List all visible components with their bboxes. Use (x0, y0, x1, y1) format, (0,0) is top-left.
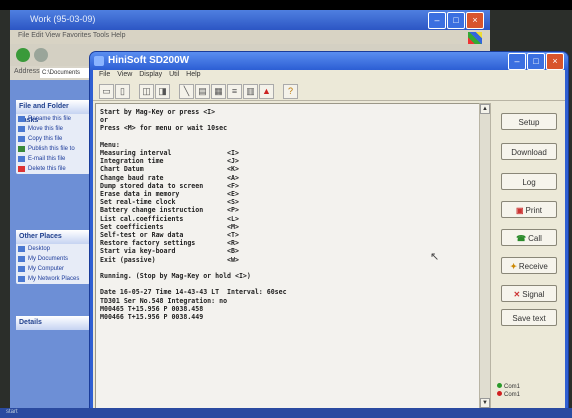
folder-icon (18, 256, 25, 262)
connect-icon[interactable]: ◫ (139, 84, 154, 99)
taskbar: start (0, 408, 572, 418)
close-icon[interactable]: × (466, 12, 484, 29)
place-my-computer[interactable]: My Computer (16, 264, 90, 274)
call-button[interactable]: ☎ Call (501, 229, 557, 246)
file-folder-tasks-heading[interactable]: File and Folder Tasks (16, 100, 90, 124)
log-button[interactable]: Log (501, 173, 557, 190)
setup-button[interactable]: Setup (501, 113, 557, 130)
task-pane: File and Folder Tasks Rename this file M… (10, 80, 90, 414)
task-email[interactable]: E-mail this file (16, 154, 90, 164)
desktop-icon (18, 246, 25, 252)
task-move[interactable]: Move this file (16, 124, 90, 134)
com1-status-disconnected: Com1 (497, 391, 520, 398)
address-label: Address (14, 68, 40, 75)
receive-icon: ✦ (510, 262, 517, 271)
disconnect-icon[interactable]: ◨ (155, 84, 170, 99)
delete-icon (18, 166, 25, 172)
scroll-down-icon[interactable]: ▼ (480, 398, 490, 408)
windows-logo-icon (468, 32, 482, 44)
place-my-documents[interactable]: My Documents (16, 254, 90, 264)
forward-icon[interactable] (34, 48, 48, 62)
task-rename[interactable]: Rename this file (16, 114, 90, 124)
signal-button[interactable]: ✕ Signal (501, 285, 557, 302)
move-icon (18, 126, 25, 132)
pen-icon[interactable]: ╲ (179, 84, 194, 99)
app-title: HiniSoft SD200W (108, 55, 190, 66)
task-copy[interactable]: Copy this file (16, 134, 90, 144)
rename-icon (18, 116, 25, 122)
computer-icon (18, 266, 25, 272)
screen: Work (95-03-09) – □ × File Edit View Favor… (0, 0, 572, 418)
task-delete[interactable]: Delete this file (16, 164, 90, 174)
grid-icon[interactable]: ▥ (243, 84, 258, 99)
task-publish[interactable]: Publish this file to (16, 144, 90, 154)
app-titlebar[interactable]: HiniSoft SD200W – □ × (90, 52, 568, 70)
network-icon (18, 276, 25, 282)
status-dot-green-icon (497, 383, 502, 388)
marker-icon[interactable]: ▲ (259, 84, 274, 99)
copy-icon (18, 136, 25, 142)
close-icon[interactable]: × (546, 53, 564, 70)
print-button[interactable]: ▣ Print (501, 201, 557, 218)
terminal-text: Start by Mag-Key or press <I> or Press <… (100, 108, 287, 322)
maximize-icon[interactable]: □ (527, 53, 545, 70)
chart-icon[interactable]: ▤ (195, 84, 210, 99)
table-icon[interactable]: ▦ (211, 84, 226, 99)
publish-icon (18, 146, 25, 152)
explorer-title: Work (95-03-09) (30, 14, 96, 24)
explorer-titlebar[interactable]: Work (95-03-09) – □ × (10, 10, 490, 30)
save-icon[interactable]: ▯ (115, 84, 130, 99)
app-client-area: Start by Mag-Key or press <I> or Press <… (93, 101, 565, 414)
app-toolbar: ▭ ▯ ◫ ◨ ╲ ▤ ▦ ≡ ▥ ▲ ? (93, 82, 565, 101)
app-icon (94, 56, 104, 66)
download-button[interactable]: Download (501, 143, 557, 160)
receive-button[interactable]: ✦ Receive (501, 257, 557, 274)
hinisoft-window: HiniSoft SD200W – □ × File View Display Ut… (90, 52, 568, 414)
signal-icon: ✕ (513, 290, 521, 299)
details-panel: Details (16, 316, 90, 330)
com1-status-connected: Com1 (497, 383, 520, 390)
other-places-heading[interactable]: Other Places (16, 230, 90, 244)
terminal-output[interactable]: Start by Mag-Key or press <I> or Press <… (95, 103, 480, 409)
explorer-menu-items[interactable]: File Edit View Favorites Tools Help (18, 32, 126, 39)
other-places-panel: Other Places Desktop My Documents My Com… (16, 230, 90, 284)
explorer-window-buttons: – □ × (427, 12, 484, 30)
print-icon: ▣ (515, 206, 524, 215)
app-window-buttons: – □ × (507, 53, 564, 71)
details-heading[interactable]: Details (16, 316, 90, 330)
top-border (0, 0, 572, 10)
maximize-icon[interactable]: □ (447, 12, 465, 29)
start-button[interactable]: start (6, 409, 18, 415)
app-menubar: File View Display Util Help (93, 70, 565, 82)
back-icon[interactable] (16, 48, 30, 62)
save-text-button[interactable]: Save text (501, 309, 557, 326)
call-icon: ☎ (516, 234, 527, 243)
open-icon[interactable]: ▭ (99, 84, 114, 99)
status-dot-red-icon (497, 391, 502, 396)
help-icon[interactable]: ? (283, 84, 298, 99)
minimize-icon[interactable]: – (428, 12, 446, 29)
place-desktop[interactable]: Desktop (16, 244, 90, 254)
app-menu-items[interactable]: File View Display Util Help (99, 71, 201, 78)
explorer-menubar: File Edit View Favorites Tools Help (10, 30, 490, 44)
email-icon (18, 156, 25, 162)
file-folder-tasks-panel: File and Folder Tasks Rename this file M… (16, 100, 90, 174)
terminal-scrollbar[interactable]: ▲ ▼ (479, 103, 491, 409)
place-network[interactable]: My Network Places (16, 274, 90, 284)
minimize-icon[interactable]: – (508, 53, 526, 70)
mouse-pointer-icon: ↖ (430, 251, 440, 263)
scroll-up-icon[interactable]: ▲ (480, 104, 490, 114)
list-icon[interactable]: ≡ (227, 84, 242, 99)
